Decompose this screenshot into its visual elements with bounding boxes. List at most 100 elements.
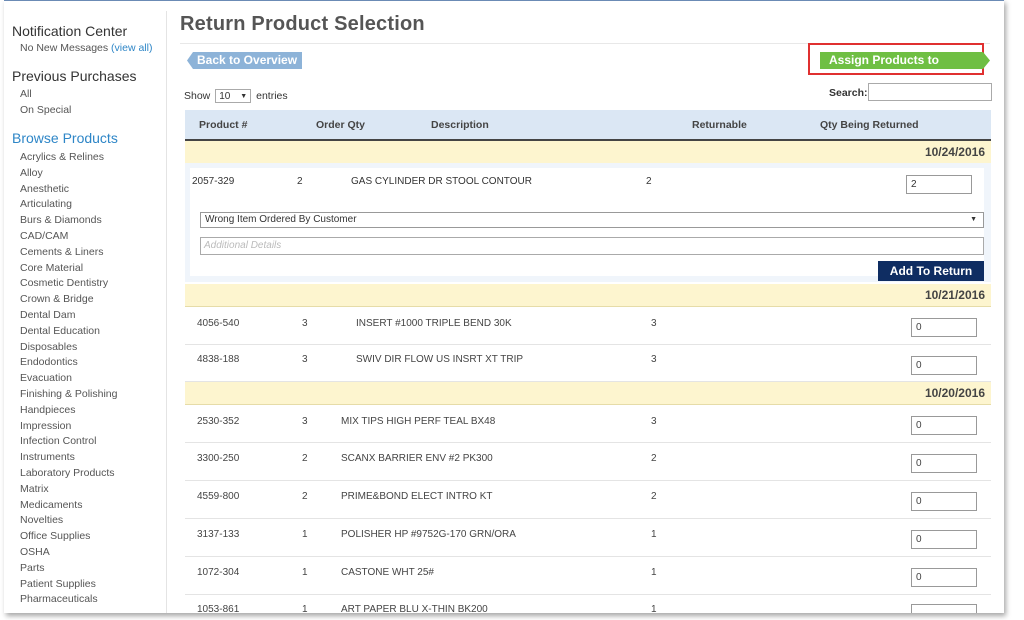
category-item[interactable]: Alloy — [20, 166, 117, 182]
table-row[interactable]: 4056-540 3 INSERT #1000 TRIPLE BEND 30K … — [185, 307, 991, 345]
category-item[interactable]: Finishing & Polishing — [20, 387, 117, 403]
column-header-product[interactable]: Product # — [199, 119, 247, 131]
description: SCANX BARRIER ENV #2 PK300 — [341, 453, 493, 464]
table-row[interactable]: 4838-188 3 SWIV DIR FLOW US INSRT XT TRI… — [185, 345, 991, 382]
category-item[interactable]: Laboratory Products — [20, 466, 117, 482]
description: GAS CYLINDER DR STOOL CONTOUR — [351, 176, 532, 187]
category-item[interactable]: Dental Education — [20, 324, 117, 340]
return-reason-select[interactable]: Wrong Item Ordered By Customer ▼ — [200, 212, 984, 228]
expanded-row: 2057-329 2 GAS CYLINDER DR STOOL CONTOUR… — [185, 163, 991, 282]
description: SWIV DIR FLOW US INSRT XT TRIP — [356, 354, 524, 365]
returnable-qty: 2 — [651, 491, 657, 502]
additional-details-input[interactable]: Additional Details — [200, 237, 984, 255]
table-row[interactable]: 1053-861 1 ART PAPER BLU X-THIN BK200 1 — [185, 595, 991, 613]
column-header-description[interactable]: Description — [431, 119, 489, 131]
qty-returned-input[interactable]: 0 — [911, 530, 977, 549]
product-number: 3300-250 — [197, 453, 240, 464]
browser-window: Notification Center No New Messages (vie… — [4, 0, 1004, 613]
table-row[interactable]: 3137-133 1 POLISHER HP #9752G-170 GRN/OR… — [185, 519, 991, 557]
returnable-qty: 3 — [651, 318, 657, 329]
entries-label: entries — [256, 89, 288, 102]
category-item[interactable]: Anesthetic — [20, 182, 117, 198]
qty-returned-input[interactable]: 2 — [906, 175, 972, 194]
column-header-order-qty[interactable]: Order Qty — [316, 119, 365, 131]
group-date: 10/21/2016 — [924, 288, 985, 302]
table-row[interactable]: 4559-800 2 PRIME&BOND ELECT INTRO KT 2 0 — [185, 481, 991, 519]
category-item[interactable]: Patient Supplies — [20, 577, 117, 593]
qty-returned-input[interactable]: 0 — [911, 492, 977, 511]
description: PRIME&BOND ELECT INTRO KT — [341, 491, 493, 502]
category-item[interactable]: Crown & Bridge — [20, 292, 117, 308]
category-item[interactable]: Acrylics & Relines — [20, 150, 117, 166]
expanded-row-panel: 2057-329 2 GAS CYLINDER DR STOOL CONTOUR… — [190, 168, 984, 281]
category-item[interactable]: OSHA — [20, 545, 117, 561]
returnable-qty: 3 — [651, 354, 657, 365]
show-label: Show — [184, 89, 211, 102]
qty-returned-input[interactable]: 0 — [911, 568, 977, 587]
returnable-qty: 1 — [651, 567, 657, 578]
table-row[interactable]: 2530-352 3 MIX TIPS HIGH PERF TEAL BX48 … — [185, 405, 991, 443]
qty-returned-input[interactable]: 0 — [911, 454, 977, 473]
category-item[interactable]: CAD/CAM — [20, 229, 117, 245]
category-item[interactable]: Infection Control — [20, 434, 117, 450]
category-item[interactable]: Impression — [20, 419, 117, 435]
qty-returned-input[interactable] — [911, 604, 977, 613]
chevron-down-icon: ▼ — [240, 93, 248, 100]
add-to-return-button[interactable]: Add To Return — [878, 261, 984, 281]
qty-returned-input[interactable]: 0 — [911, 416, 977, 435]
category-item[interactable]: Novelties — [20, 513, 117, 529]
category-item[interactable]: Medicaments — [20, 498, 117, 514]
category-item[interactable]: Dental Dam — [20, 308, 117, 324]
date-group-row: 10/24/2016 — [185, 141, 991, 164]
qty-returned-input[interactable]: 0 — [911, 356, 977, 375]
category-item[interactable]: Core Material — [20, 261, 117, 277]
category-item[interactable]: Endodontics — [20, 355, 117, 371]
order-qty: 3 — [302, 318, 308, 329]
date-group-row: 10/21/2016 — [185, 284, 991, 307]
previous-item-on-special[interactable]: On Special — [20, 104, 71, 116]
product-number: 4559-800 — [197, 491, 240, 502]
category-item[interactable]: Disposables — [20, 340, 117, 356]
main-content: Return Product Selection Back to Overvie… — [180, 1, 992, 613]
show-entries-control: Show 10 ▼ entries — [184, 89, 288, 103]
category-item[interactable]: Evacuation — [20, 371, 117, 387]
category-item[interactable]: Instruments — [20, 450, 117, 466]
description: INSERT #1000 TRIPLE BEND 30K — [356, 318, 512, 329]
column-header-qty-returned[interactable]: Qty Being Returned — [820, 119, 919, 131]
group-date: 10/24/2016 — [924, 145, 985, 159]
qty-returned-input[interactable]: 0 — [911, 318, 977, 337]
browse-products-heading[interactable]: Browse Products — [12, 130, 118, 146]
product-number: 3137-133 — [197, 529, 240, 540]
column-header-returnable[interactable]: Returnable — [692, 119, 747, 131]
category-item[interactable]: Office Supplies — [20, 529, 117, 545]
category-item[interactable]: Handpieces — [20, 403, 117, 419]
category-item[interactable]: Articulating — [20, 197, 117, 213]
returnable-qty: 2 — [651, 453, 657, 464]
description: MIX TIPS HIGH PERF TEAL BX48 — [341, 416, 496, 427]
category-item[interactable]: Burs & Diamonds — [20, 213, 117, 229]
entries-select[interactable]: 10 ▼ — [215, 89, 252, 103]
previous-purchases-heading: Previous Purchases — [12, 68, 137, 84]
description: ART PAPER BLU X-THIN BK200 — [341, 604, 488, 613]
search-input[interactable] — [868, 83, 992, 101]
category-item[interactable]: Parts — [20, 561, 117, 577]
order-qty: 1 — [302, 604, 308, 613]
assign-products-button[interactable]: Assign Products to Boxes — [820, 52, 990, 69]
category-item[interactable]: Cosmetic Dentistry — [20, 276, 117, 292]
category-item[interactable]: Matrix — [20, 482, 117, 498]
category-item[interactable]: Cements & Liners — [20, 245, 117, 261]
product-number: 4056-540 — [197, 318, 240, 329]
view-all-link[interactable]: (view all) — [111, 42, 152, 54]
table-row[interactable]: 1072-304 1 CASTONE WHT 25# 1 0 — [185, 557, 991, 595]
product-number: 4838-188 — [197, 354, 240, 365]
date-group-row: 10/20/2016 — [185, 382, 991, 405]
returnable-qty: 2 — [646, 176, 652, 187]
back-to-overview-button[interactable]: Back to Overview — [187, 52, 303, 69]
table-row[interactable]: 3300-250 2 SCANX BARRIER ENV #2 PK300 2 … — [185, 443, 991, 481]
order-qty: 2 — [302, 453, 308, 464]
product-number: 2057-329 — [192, 176, 235, 187]
description: POLISHER HP #9752G-170 GRN/ORA — [341, 529, 516, 540]
previous-item-all[interactable]: All — [20, 88, 32, 100]
order-qty: 2 — [302, 491, 308, 502]
category-item[interactable]: Pharmaceuticals — [20, 592, 117, 608]
